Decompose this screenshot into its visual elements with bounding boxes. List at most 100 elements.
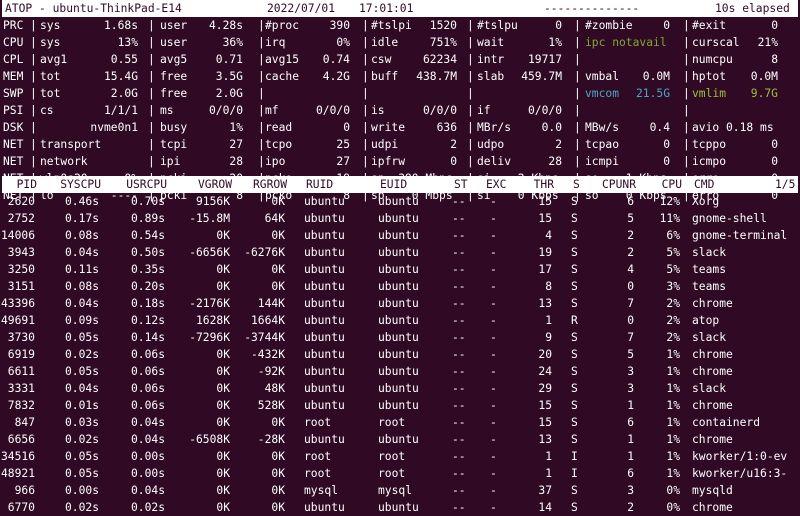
process-st: --	[452, 195, 466, 208]
process-pid: 7832	[7, 399, 35, 412]
atop-header-bar: ATOP - ubuntu-ThinkPad-E14 2022/07/01 17…	[2, 0, 798, 17]
process-rgrow: 0K	[271, 416, 285, 429]
process-cpunr: 3	[627, 365, 634, 378]
process-ruid: ubuntu	[304, 297, 345, 310]
process-thr: 1	[545, 314, 552, 327]
process-row[interactable]: 34516 0.05s 0.00s 0K 0K root root -- -1 I 1 1% kwork…	[0, 448, 800, 465]
process-cmd: containerd	[692, 416, 761, 429]
process-state: S	[571, 382, 578, 395]
metric-value: 0.0M	[642, 70, 670, 83]
process-cpunr: 1	[627, 450, 634, 463]
process-euid: root	[378, 450, 406, 463]
process-row[interactable]: 6919 0.02s 0.06s 0K -432K ubuntu ubuntu -- -20 S 5…	[0, 346, 800, 363]
column-separator: |	[362, 121, 369, 134]
process-row[interactable]: 6656 0.02s 0.04s -6508K -28K ubuntu ubuntu -- -1…	[0, 431, 800, 448]
col-ruid: RUID	[306, 178, 334, 191]
process-st: --	[452, 382, 466, 395]
process-st: --	[452, 212, 466, 225]
system-row-label: PRC	[3, 19, 24, 32]
process-thr: 20	[538, 348, 552, 361]
system-row-label: SWP	[3, 87, 24, 100]
process-cmd: chrome	[692, 501, 733, 514]
metric-value: 0.74	[322, 53, 350, 66]
process-row[interactable]: 847 0.03s 0.04s 0K 0K root root -- -15 S 6 1% contai…	[0, 414, 800, 431]
process-row[interactable]: 6611 0.05s 0.06s 0K -92K ubuntu ubuntu -- -24 S 3 1…	[0, 363, 800, 380]
header-time: 17:01:01	[359, 2, 414, 15]
system-row-label: DSK	[3, 121, 24, 134]
process-syscpu: 0.05s	[64, 450, 99, 463]
col-syscpu: SYSCPU	[60, 178, 101, 191]
process-row[interactable]: 6770 0.02s 0.02s 0K 0K ubuntu ubuntu -- -14 S 2 0% c…	[0, 499, 800, 516]
process-cpunr: 5	[627, 212, 634, 225]
metric-key: ms	[160, 104, 174, 117]
process-thr: 4	[545, 229, 552, 242]
metric-key: is	[371, 104, 385, 117]
col-cpu: CPU	[661, 178, 682, 191]
process-state: S	[571, 229, 578, 242]
column-separator: |	[683, 19, 690, 32]
system-row-cpl: CPL | | | | | | | avg1 0.55 avg5 0.71 avg15 0.74 csw 62…	[0, 51, 800, 68]
process-row[interactable]: 2620 0.46s 0.70s 9156K 0K ubuntu ubuntu -- -15 S 6…	[0, 193, 800, 210]
process-cpunr: 3	[627, 382, 634, 395]
process-state: S	[571, 501, 578, 514]
process-row[interactable]: 14006 0.08s 0.54s 0K 0K ubuntu ubuntu -- -4 S 2 6% g…	[0, 227, 800, 244]
process-row[interactable]: 7832 0.01s 0.06s 0K 528K ubuntu ubuntu -- -15 S 1 1…	[0, 397, 800, 414]
process-syscpu: 0.04s	[64, 246, 99, 259]
process-euid: ubuntu	[378, 246, 419, 259]
metric-value: 0.0	[541, 121, 562, 134]
process-row[interactable]: 966 0.00s 0.04s 0K 0K mysql mysql -- -37 S 3 0% mysq…	[0, 482, 800, 499]
metric-value: 8	[771, 53, 778, 66]
process-ruid: root	[304, 467, 332, 480]
process-row[interactable]: 43396 0.04s 0.18s -2176K 144K ubuntu ubuntu -- -…	[0, 295, 800, 312]
process-row[interactable]: 3250 0.11s 0.35s 0K 0K ubuntu ubuntu -- -17 S 4 5% t…	[0, 261, 800, 278]
process-row[interactable]: 3943 0.04s 0.50s -6656K -6276K ubuntu ubuntu --…	[0, 244, 800, 261]
process-state: R	[571, 314, 578, 327]
column-separator: |	[362, 104, 369, 117]
process-euid: ubuntu	[378, 348, 419, 361]
process-usrcpu: 0.12s	[130, 314, 165, 327]
metric-value: 2	[450, 138, 457, 151]
system-row-label: PSI	[3, 104, 24, 117]
metric-value: 1520	[429, 19, 457, 32]
process-row[interactable]: 49691 0.09s 0.12s 1628K 1664K ubuntu ubuntu -- -…	[0, 312, 800, 329]
process-euid: ubuntu	[378, 382, 419, 395]
process-usrcpu: 0.04s	[130, 433, 165, 446]
metric-key: tcpo	[265, 138, 293, 151]
process-vgrow: 0K	[216, 416, 230, 429]
process-cpu: 1%	[666, 450, 680, 463]
process-euid: ubuntu	[378, 314, 419, 327]
metric-value: 459.7M	[521, 70, 562, 83]
process-usrcpu: 0.00s	[130, 467, 165, 480]
process-ruid: ubuntu	[304, 280, 345, 293]
process-exc: -	[490, 331, 497, 344]
process-syscpu: 0.08s	[64, 229, 99, 242]
process-usrcpu: 0.70s	[130, 195, 165, 208]
metric-key: tot	[40, 70, 61, 83]
column-separator: |	[30, 121, 37, 134]
process-row[interactable]: 2752 0.17s 0.89s -15.8M 64K ubuntu ubuntu -- -15…	[0, 210, 800, 227]
column-separator: |	[362, 70, 369, 83]
process-euid: ubuntu	[378, 365, 419, 378]
system-row-mem: MEM | | | | | | | tot 15.4G free 3.5G cache 4.2G buff 4…	[0, 68, 800, 85]
process-exc: -	[490, 229, 497, 242]
process-row[interactable]: 3331 0.04s 0.06s 0K 48K ubuntu ubuntu -- -29 S 3 1%…	[0, 380, 800, 397]
metric-key: if	[477, 104, 491, 117]
process-syscpu: 0.04s	[64, 382, 99, 395]
process-rgrow: -6276K	[244, 246, 285, 259]
process-syscpu: 0.08s	[64, 280, 99, 293]
process-thr: 15	[538, 416, 552, 429]
process-row[interactable]: 3730 0.05s 0.14s -7296K -3744K ubuntu ubuntu --…	[0, 329, 800, 346]
metric-key: ipc notavail	[585, 36, 667, 49]
process-row[interactable]: 3151 0.08s 0.20s 0K 0K ubuntu ubuntu -- -8 S 0 3% te…	[0, 278, 800, 295]
column-separator: |	[574, 138, 581, 151]
process-exc: -	[490, 484, 497, 497]
process-row[interactable]: 48921 0.05s 0.00s 0K 0K root root -- -1 I 6 1% kwork…	[0, 465, 800, 482]
process-exc: -	[490, 263, 497, 276]
process-usrcpu: 0.04s	[130, 484, 165, 497]
header-date: 2022/07/01	[267, 2, 336, 15]
process-cpu: 0%	[666, 501, 680, 514]
metric-key: read	[265, 121, 293, 134]
process-usrcpu: 0.00s	[130, 450, 165, 463]
terminal-window[interactable]: ATOP - ubuntu-ThinkPad-E14 2022/07/01 17…	[0, 0, 800, 514]
column-separator: |	[30, 138, 37, 151]
